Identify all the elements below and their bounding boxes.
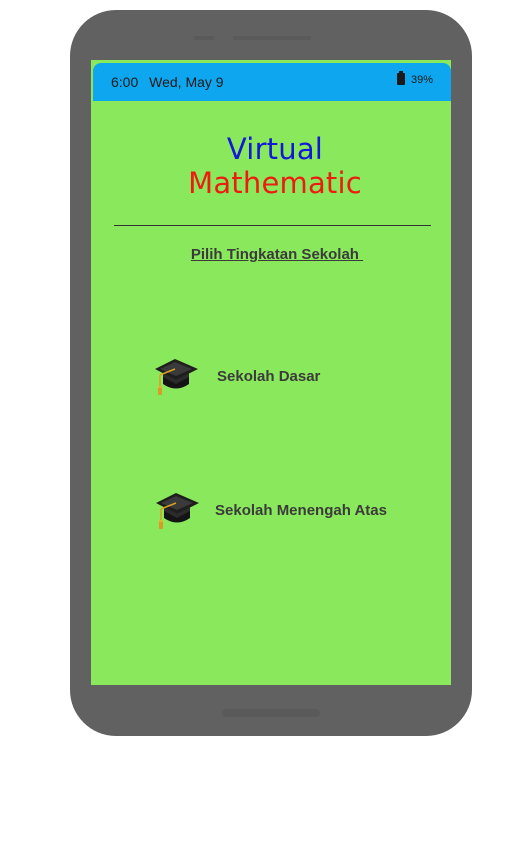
option-sekolah-menengah-atas[interactable]: Sekolah Menengah Atas bbox=[153, 487, 387, 533]
option-label: Sekolah Menengah Atas bbox=[215, 501, 387, 519]
status-bar: 6:00 Wed, May 9 39% bbox=[93, 63, 451, 101]
earpiece-speaker bbox=[233, 36, 311, 40]
status-right: 39% bbox=[396, 71, 433, 86]
title-divider bbox=[114, 225, 431, 226]
home-button[interactable] bbox=[222, 709, 320, 717]
option-sekolah-dasar[interactable]: Sekolah Dasar bbox=[152, 353, 320, 399]
option-label: Sekolah Dasar bbox=[217, 367, 321, 385]
phone-frame: 6:00 Wed, May 9 39% Virtual Mathematic P… bbox=[70, 10, 472, 736]
graduation-cap-icon bbox=[155, 359, 198, 395]
status-date: Wed, May 9 bbox=[149, 74, 224, 90]
graduation-cap-icon bbox=[156, 493, 199, 529]
status-time: 6:00 bbox=[111, 74, 139, 90]
front-camera bbox=[194, 36, 214, 40]
app-title-line2: Mathematic bbox=[188, 166, 362, 200]
app-screen: 6:00 Wed, May 9 39% Virtual Mathematic P… bbox=[91, 60, 451, 685]
app-title-line1: Virtual bbox=[226, 132, 324, 166]
page-subtitle: Pilih Tingkatan Sekolah bbox=[190, 246, 364, 263]
app-title: Virtual Mathematic bbox=[91, 132, 451, 200]
battery-level: 39% bbox=[410, 74, 433, 86]
status-left: 6:00 Wed, May 9 bbox=[111, 74, 224, 90]
battery-icon bbox=[396, 71, 405, 85]
stage: 6:00 Wed, May 9 39% Virtual Mathematic P… bbox=[0, 0, 521, 845]
